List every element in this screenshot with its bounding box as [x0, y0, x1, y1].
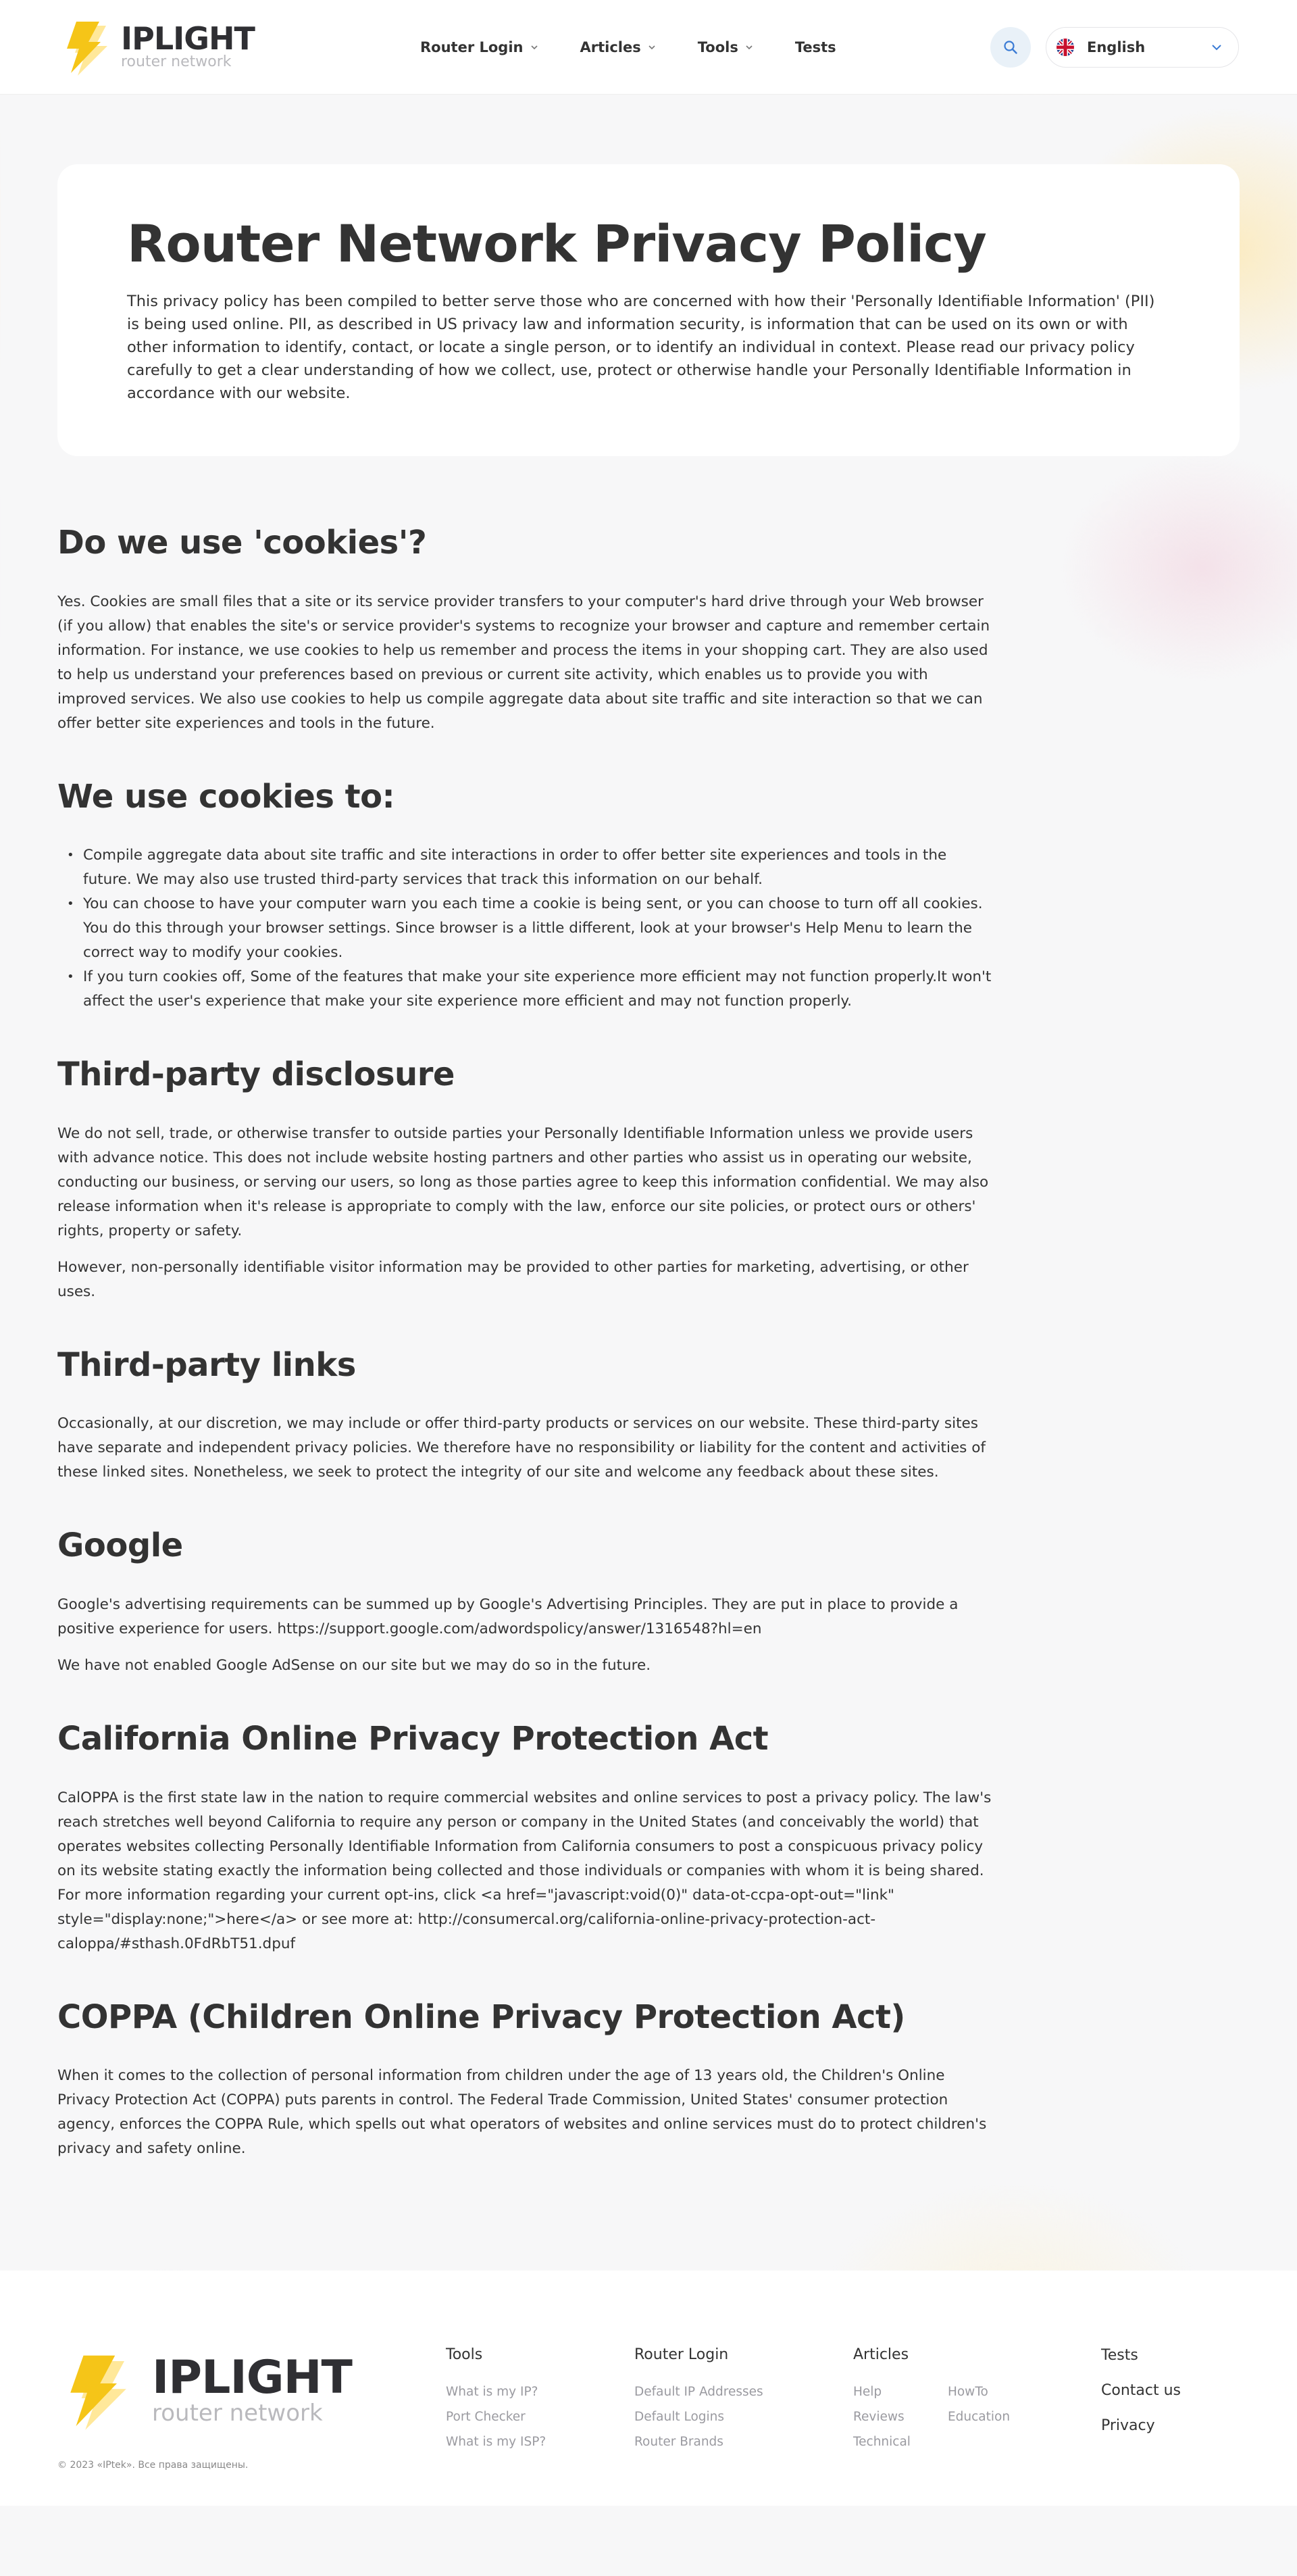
logo-title: IPLIGHT [121, 20, 255, 57]
footer-articles-links: Help Reviews Technical HowTo Education [853, 2379, 1010, 2454]
list-item: If you turn cookies off, Some of the fea… [57, 965, 993, 1014]
chevron-down-icon [530, 45, 538, 50]
section-google: Google Google's advertising requirements… [57, 1527, 993, 1678]
section-caloppa: California Online Privacy Protection Act… [57, 1720, 993, 1956]
section-third-party-disclosure: Third-party disclosure We do not sell, t… [57, 1056, 993, 1304]
footer-link-privacy[interactable]: Privacy [1101, 2408, 1181, 2444]
site-footer: IPLIGHT router network © 2023 «IPtek». В… [0, 2271, 1297, 2506]
site-logo[interactable]: IPLIGHT router network [57, 19, 255, 76]
section-paragraph: Google's advertising requirements can be… [57, 1595, 959, 1637]
footer-link-contact[interactable]: Contact us [1101, 2373, 1181, 2408]
nav-router-login[interactable]: Router Login [420, 39, 538, 55]
nav-tests[interactable]: Tests [795, 39, 836, 55]
logo-title: IPLIGHT [152, 2351, 353, 2405]
section-third-party-links: Third-party links Occasionally, at our d… [57, 1346, 993, 1485]
language-label: English [1087, 39, 1146, 55]
logo-subtitle: router network [121, 53, 232, 71]
section-title: Third-party links [57, 1345, 356, 1384]
footer-link[interactable]: Education [948, 2404, 1010, 2429]
logo-text: IPLIGHT router network [121, 23, 255, 70]
nav-label: Tests [794, 39, 836, 55]
footer-link[interactable]: Default IP Addresses [634, 2379, 763, 2404]
footer-link[interactable]: What is my ISP? [446, 2429, 546, 2454]
section-use-cookies: We use cookies to: Compile aggregate dat… [57, 778, 993, 1014]
section-title: Third-party disclosure [57, 1056, 455, 1094]
nav-label: Router Login [420, 39, 524, 55]
section-cookies: Do we use 'cookies'? Yes. Cookies are sm… [57, 524, 993, 736]
main-content: Router Network Privacy Policy This priva… [0, 95, 1297, 2271]
chevron-down-icon [1212, 45, 1221, 51]
section-title: Do we use 'cookies'? [57, 524, 427, 562]
section-paragraph: We have not enabled Google AdSense on ou… [57, 1656, 651, 1674]
section-paragraph: CalOPPA is the first state law in the na… [57, 1789, 992, 1952]
section-paragraph: Yes. Cookies are small files that a site… [57, 593, 990, 732]
footer-col-title: Tools [446, 2346, 483, 2364]
footer-col-tools: Tools What is my IP? Port Checker What i… [446, 2346, 546, 2454]
nav-articles[interactable]: Articles [580, 39, 656, 55]
chevron-down-icon [746, 45, 753, 50]
footer-col-title: Router Login [634, 2346, 729, 2364]
site-header: IPLIGHT router network Router Login Arti… [0, 0, 1297, 95]
lightning-bolt-icon [70, 2355, 126, 2430]
search-icon [1004, 41, 1017, 54]
search-button[interactable] [990, 27, 1031, 68]
list-item: You can choose to have your computer war… [57, 892, 993, 965]
section-paragraph: We do not sell, trade, or otherwise tran… [57, 1124, 989, 1239]
footer-link-tests[interactable]: Tests [1101, 2338, 1181, 2373]
section-coppa: COPPA (Children Online Privacy Protectio… [57, 1998, 993, 2162]
chevron-down-icon [648, 45, 655, 50]
section-title: California Online Privacy Protection Act [57, 1719, 769, 1758]
section-title: COPPA (Children Online Privacy Protectio… [57, 1998, 905, 2036]
footer-link[interactable]: Reviews [853, 2404, 911, 2429]
lightning-bolt-icon [67, 21, 107, 76]
footer-link[interactable]: What is my IP? [446, 2379, 546, 2404]
nav-label: Articles [580, 39, 641, 55]
footer-col-title: Articles [853, 2346, 909, 2364]
logo-text: IPLIGHT router network [152, 2351, 353, 2427]
section-paragraph: However, non-personally identifiable vis… [57, 1258, 969, 1300]
footer-col-main-links: Tests Contact us Privacy [1101, 2338, 1181, 2444]
footer-link[interactable]: Default Logins [634, 2404, 763, 2429]
main-nav: Router Login Articles Tools Tests [420, 0, 836, 95]
section-title: We use cookies to: [57, 777, 395, 816]
copyright: © 2023 «IPtek». Все права защищены. [57, 2460, 249, 2471]
footer-logo[interactable]: IPLIGHT router network [57, 2351, 353, 2430]
footer-link-group: Help Reviews Technical [853, 2379, 911, 2454]
nav-tools[interactable]: Tools [698, 39, 753, 55]
policy-content: Do we use 'cookies'? Yes. Cookies are sm… [0, 95, 993, 2161]
footer-link[interactable]: Technical [853, 2429, 911, 2454]
section-paragraph: When it comes to the collection of perso… [57, 2067, 987, 2158]
footer-col-router-login: Router Login Default IP Addresses Defaul… [634, 2346, 763, 2454]
footer-link[interactable]: Port Checker [446, 2404, 546, 2429]
language-selector[interactable]: English [1046, 27, 1239, 68]
cookie-uses-list: Compile aggregate data about site traffi… [57, 843, 993, 1014]
list-item: Compile aggregate data about site traffi… [57, 843, 993, 892]
footer-link[interactable]: HowTo [948, 2379, 1010, 2404]
footer-col-articles: Articles Help Reviews Technical HowTo Ed… [853, 2346, 1010, 2454]
logo-subtitle: router network [152, 2400, 323, 2427]
uk-flag-icon [1057, 39, 1074, 56]
nav-label: Tools [697, 39, 738, 55]
footer-link[interactable]: Router Brands [634, 2429, 763, 2454]
footer-link[interactable]: Help [853, 2379, 911, 2404]
footer-link-group: HowTo Education [948, 2379, 1010, 2454]
section-title: Google [57, 1527, 183, 1565]
section-paragraph: Occasionally, at our discretion, we may … [57, 1415, 986, 1481]
